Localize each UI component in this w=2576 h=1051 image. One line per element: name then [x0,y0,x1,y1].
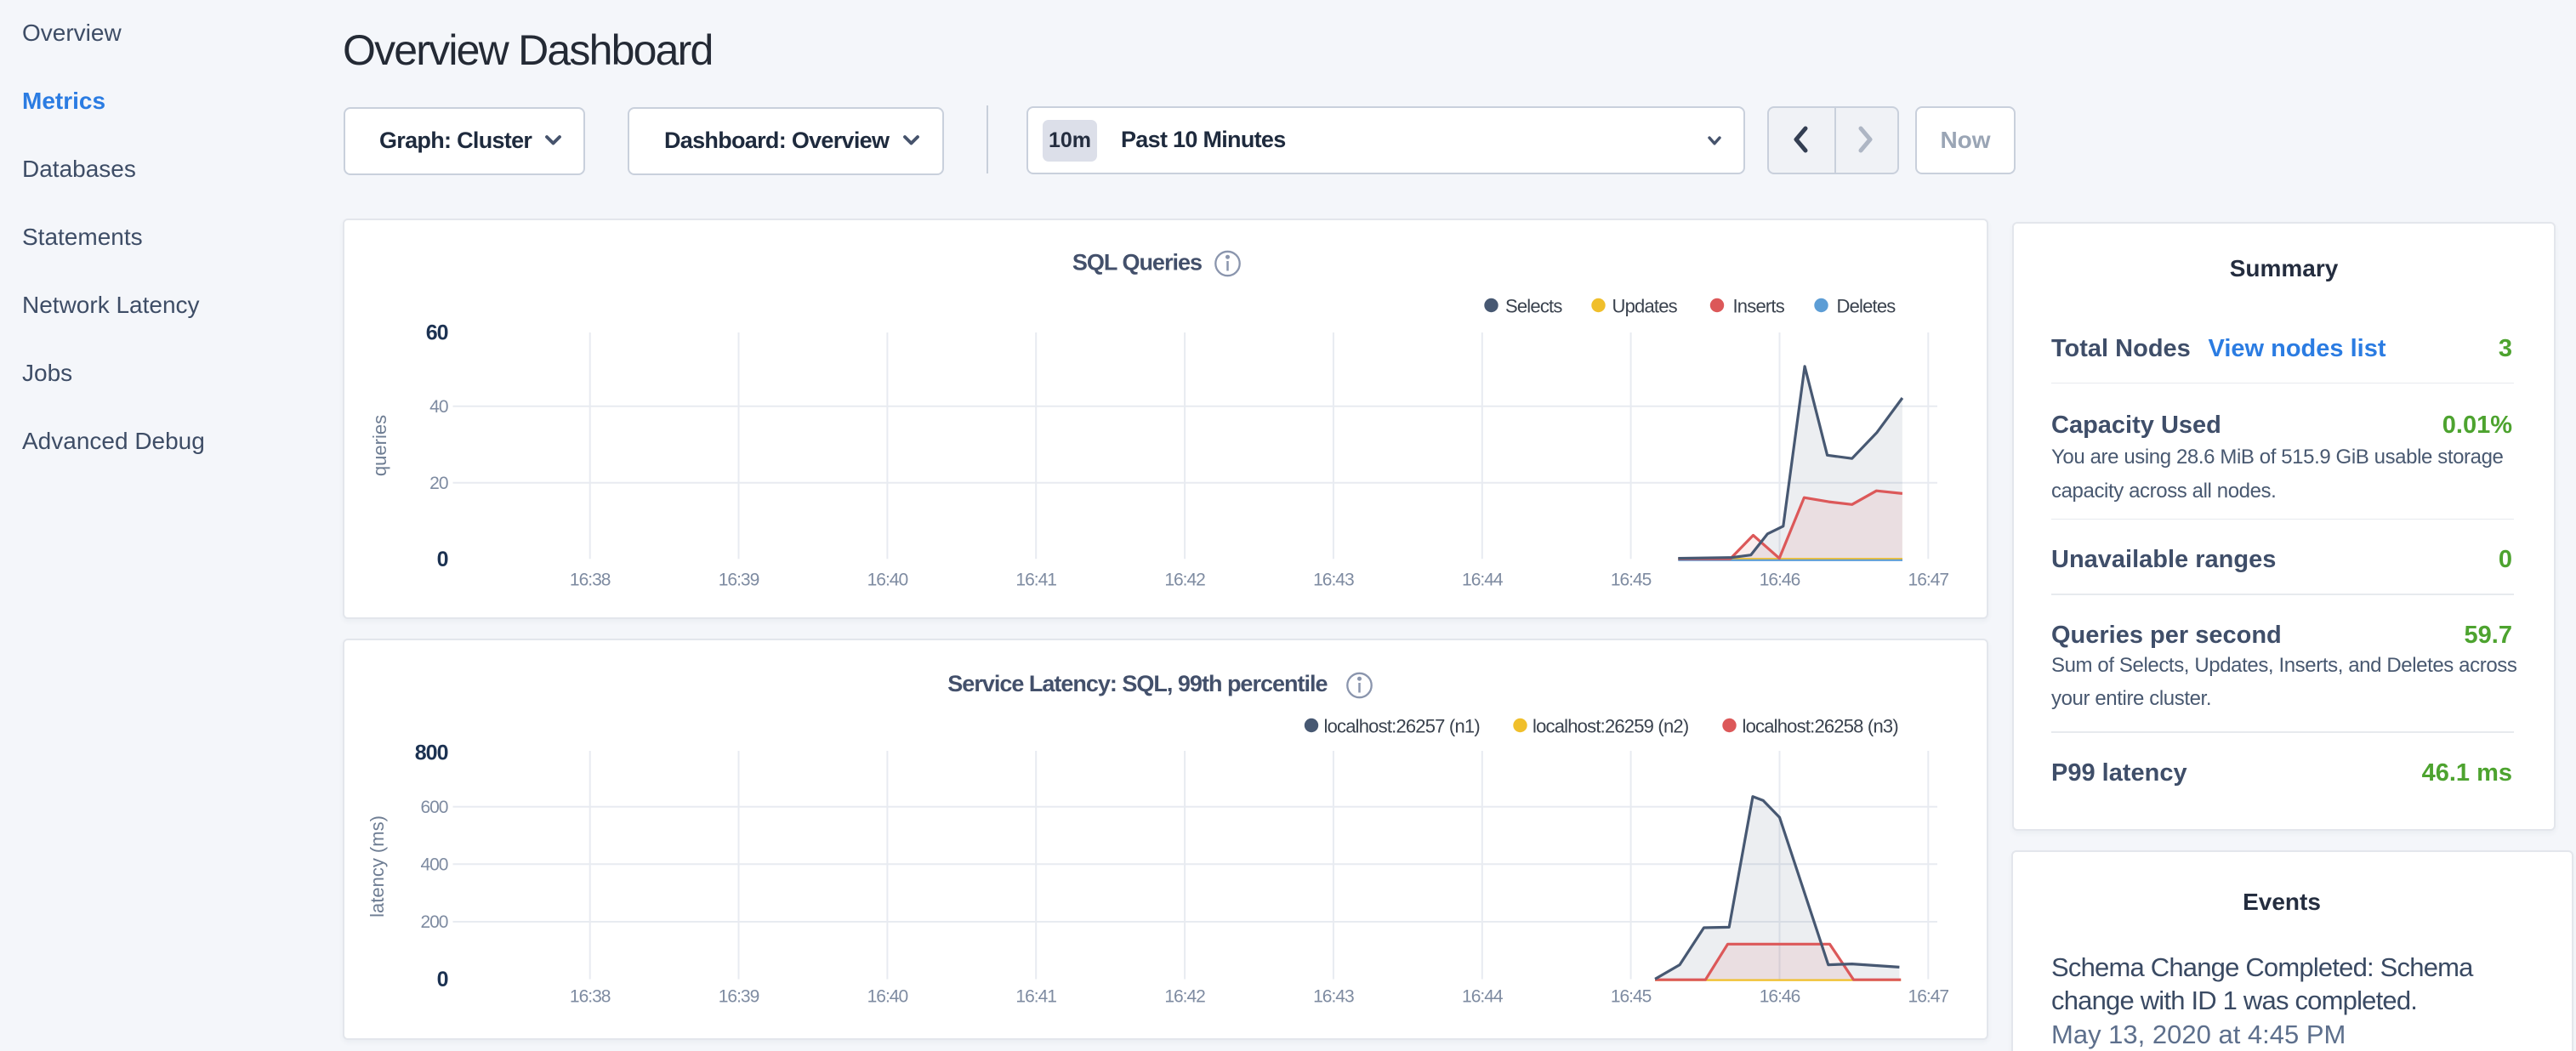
svg-text:0: 0 [437,548,448,571]
svg-text:16:47: 16:47 [1908,571,1949,590]
svg-text:16:44: 16:44 [1462,987,1504,1007]
svg-text:16:41: 16:41 [1015,571,1056,590]
svg-text:400: 400 [420,855,447,875]
svg-text:Selects: Selects [1505,296,1562,317]
svg-text:16:42: 16:42 [1164,571,1205,590]
svg-text:localhost:26257 (n1): localhost:26257 (n1) [1324,716,1480,737]
svg-text:latency (ms): latency (ms) [367,815,388,917]
svg-text:16:43: 16:43 [1313,987,1354,1007]
svg-text:600: 600 [420,798,447,817]
svg-text:16:45: 16:45 [1611,987,1652,1007]
svg-text:16:40: 16:40 [867,987,908,1007]
svg-text:800: 800 [415,741,448,765]
svg-text:16:44: 16:44 [1462,571,1504,590]
svg-text:Updates: Updates [1612,296,1678,317]
svg-text:16:38: 16:38 [570,571,611,590]
svg-text:SQL Queries: SQL Queries [1072,250,1202,276]
svg-text:16:45: 16:45 [1611,571,1652,590]
svg-text:Deletes: Deletes [1837,296,1896,317]
svg-text:16:41: 16:41 [1015,987,1056,1007]
svg-text:Inserts: Inserts [1733,296,1785,317]
svg-text:localhost:26259 (n2): localhost:26259 (n2) [1533,716,1688,737]
svg-text:16:42: 16:42 [1164,987,1205,1007]
svg-text:60: 60 [426,321,448,345]
svg-text:16:40: 16:40 [867,571,908,590]
svg-text:200: 200 [420,912,447,932]
svg-text:16:39: 16:39 [719,571,759,590]
svg-text:0: 0 [437,968,448,991]
svg-text:Service Latency: SQL, 99th per: Service Latency: SQL, 99th percentile [947,671,1328,696]
svg-text:localhost:26258 (n3): localhost:26258 (n3) [1743,716,1898,737]
svg-text:20: 20 [429,474,448,493]
svg-text:16:38: 16:38 [570,987,611,1007]
svg-text:16:43: 16:43 [1313,571,1354,590]
svg-text:16:46: 16:46 [1760,571,1800,590]
svg-text:queries: queries [369,415,390,476]
svg-text:16:47: 16:47 [1908,987,1949,1007]
svg-text:16:46: 16:46 [1760,987,1800,1007]
svg-text:16:39: 16:39 [719,987,759,1007]
svg-text:40: 40 [429,397,448,417]
